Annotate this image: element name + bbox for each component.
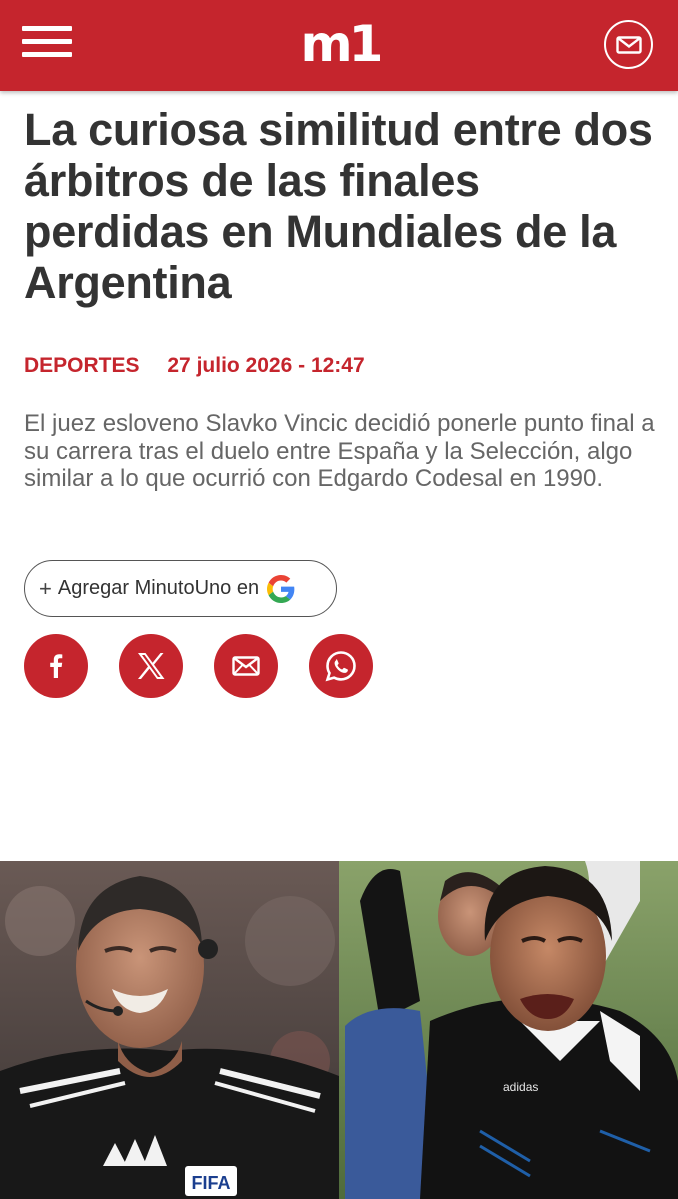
plus-icon: +	[39, 575, 52, 601]
facebook-icon	[50, 654, 63, 678]
google-g-icon	[267, 574, 295, 603]
add-to-google-button[interactable]: + Agregar MinutoUno en	[24, 560, 337, 617]
share-whatsapp-button[interactable]	[309, 634, 373, 698]
article-title: La curiosa similitud entre dos árbitros …	[24, 104, 653, 308]
share-email-button[interactable]	[214, 634, 278, 698]
site-logo[interactable]: m1	[300, 15, 384, 73]
top-navigation-bar: m1	[0, 0, 678, 91]
section-link[interactable]: DEPORTES	[24, 354, 140, 377]
envelope-icon	[232, 656, 260, 676]
hamburger-menu-icon[interactable]	[22, 26, 74, 60]
article-meta: DEPORTES 27 julio 2026 - 12:47	[24, 354, 365, 382]
newsletter-envelope-icon[interactable]	[604, 20, 653, 69]
share-facebook-button[interactable]	[24, 634, 88, 698]
hero-image[interactable]: FIFA adidas	[0, 861, 678, 1199]
svg-text:adidas: adidas	[503, 1080, 538, 1094]
publish-date: 27 julio 2026 - 12:47	[167, 354, 365, 377]
fifa-badge: FIFA	[192, 1173, 231, 1193]
left-referee-photo: FIFA	[0, 861, 339, 1199]
whatsapp-icon	[325, 651, 356, 682]
share-x-button[interactable]	[119, 634, 183, 698]
right-referee-photo: adidas	[339, 861, 678, 1199]
article-summary: El juez esloveno Slavko Vincic decidió p…	[24, 410, 655, 492]
add-to-google-label: Agregar MinutoUno en	[57, 577, 260, 599]
x-twitter-icon	[138, 653, 165, 679]
